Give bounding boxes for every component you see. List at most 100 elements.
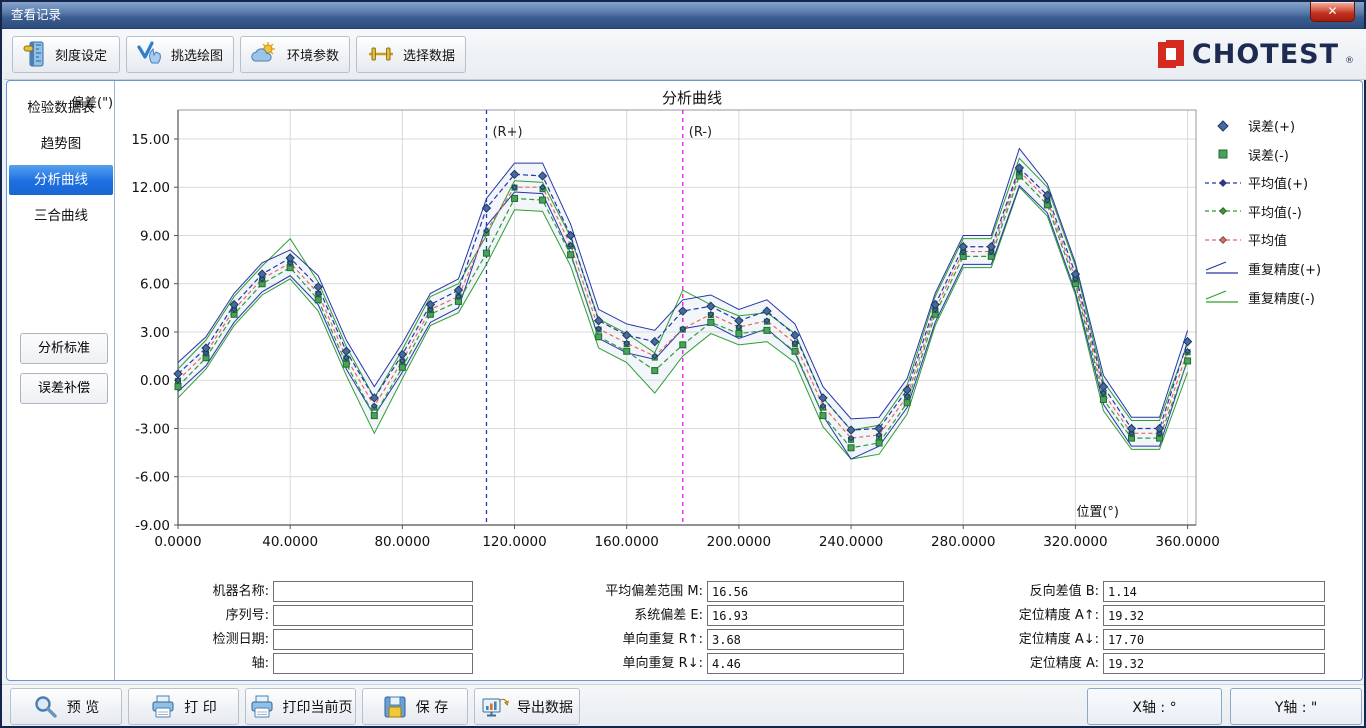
svg-text:160.0000: 160.0000 xyxy=(594,534,658,550)
legend-item-2: 平均值(+) xyxy=(1204,174,1359,191)
unidirectional-repeat-down-field[interactable] xyxy=(707,653,904,674)
svg-text:80.0000: 80.0000 xyxy=(374,534,430,550)
svg-text:320.0000: 320.0000 xyxy=(1043,534,1107,550)
print-button[interactable]: 打 印 xyxy=(128,688,239,725)
chart-title: 分析曲线 xyxy=(627,87,757,108)
chotest-logo-icon xyxy=(1156,38,1186,70)
machine-name-field[interactable] xyxy=(273,581,473,602)
bottom-toolbar: 预 览 打 印 打印当前页 xyxy=(2,684,1364,726)
brand-logo: CHOTEST ® xyxy=(1156,38,1358,70)
chart-legend: 误差(+) 误差(-) 平均值(+) 平均值(-) 平均值重复精度(+) 重复精度(-) xyxy=(1204,117,1359,306)
svg-text:-3.00: -3.00 xyxy=(135,421,170,437)
positioning-accuracy-up-label: 定位精度 A↑: xyxy=(947,605,1099,626)
legend-item-5: 重复精度(+) xyxy=(1204,260,1359,277)
axis-label: 轴: xyxy=(87,653,269,674)
positioning-accuracy-up-field[interactable] xyxy=(1103,605,1325,626)
mean-deviation-range-field[interactable] xyxy=(707,581,904,602)
inspection-date-field[interactable] xyxy=(273,629,473,650)
brand-name: CHOTEST xyxy=(1192,39,1339,70)
environment-icon xyxy=(251,41,279,67)
svg-text:0.0000: 0.0000 xyxy=(154,534,201,550)
ruler-icon xyxy=(23,41,47,67)
legend-label: 重复精度(-) xyxy=(1248,288,1315,307)
analysis-curve-chart: 0.0000 40.0000 80.0000 120.0000 160.0000 200.… xyxy=(115,83,1353,565)
app-window: { "window": { "title": "查看记录", "close": … xyxy=(0,0,1366,728)
svg-text:(R-): (R-) xyxy=(689,125,712,140)
positioning-accuracy-down-field[interactable] xyxy=(1103,629,1325,650)
sidebar-tab-trend-chart[interactable]: 趋势图 xyxy=(9,129,113,159)
print-label: 打 印 xyxy=(184,697,216,717)
legend-item-3: 平均值(-) xyxy=(1204,203,1359,220)
analysis-standard-button[interactable]: 分析标准 xyxy=(20,333,108,364)
legend-item-0: 误差(+) xyxy=(1204,117,1359,134)
top-toolbar: 刻度设定 挑选绘图 环境参数 xyxy=(4,29,1366,80)
svg-text:3.00: 3.00 xyxy=(140,325,170,341)
legend-label: 误差(-) xyxy=(1248,145,1289,164)
preview-button[interactable]: 预 览 xyxy=(10,688,122,725)
save-icon xyxy=(382,694,408,720)
svg-text:6.00: 6.00 xyxy=(140,277,170,293)
legend-label: 平均值(-) xyxy=(1248,202,1302,221)
serial-number-label: 序列号: xyxy=(87,605,269,626)
mean-deviation-range-label: 平均偏差范围 M: xyxy=(527,581,703,602)
legend-item-6: 重复精度(-) xyxy=(1204,289,1359,306)
title-bar: 查看记录 ✕ xyxy=(2,2,1364,29)
legend-label: 误差(+) xyxy=(1248,116,1295,135)
legend-swatch-diamond xyxy=(1204,118,1242,134)
x-axis-unit-button[interactable]: X轴 : ° xyxy=(1087,688,1222,725)
legend-label: 平均值 xyxy=(1248,230,1287,249)
select-data-label: 选择数据 xyxy=(403,45,455,64)
preview-label: 预 览 xyxy=(67,697,99,717)
axis-field[interactable] xyxy=(273,653,473,674)
legend-item-1: 误差(-) xyxy=(1204,146,1359,163)
unidirectional-repeat-down-label: 单向重复 R↓: xyxy=(527,653,703,674)
export-data-icon xyxy=(481,694,509,720)
machine-name-label: 机器名称: xyxy=(87,581,269,602)
unidirectional-repeat-up-field[interactable] xyxy=(707,629,904,650)
reverse-difference-field[interactable] xyxy=(1103,581,1325,602)
scale-settings-label: 刻度设定 xyxy=(55,45,107,64)
system-deviation-field[interactable] xyxy=(707,605,904,626)
pick-plot-button[interactable]: 挑选绘图 xyxy=(126,36,234,73)
x-axis-unit-label: X轴 : ° xyxy=(1132,697,1176,717)
sidebar-tab-analysis-curve[interactable]: 分析曲线 xyxy=(9,165,113,195)
svg-text:12.00: 12.00 xyxy=(131,180,170,196)
svg-text:360.0000: 360.0000 xyxy=(1155,534,1219,550)
error-compensation-button[interactable]: 误差补偿 xyxy=(20,373,108,404)
positioning-accuracy-field[interactable] xyxy=(1103,653,1325,674)
select-data-icon xyxy=(367,41,395,67)
svg-text:120.0000: 120.0000 xyxy=(482,534,546,550)
sidebar-tab-triple-curve[interactable]: 三合曲线 xyxy=(9,201,113,231)
save-button[interactable]: 保 存 xyxy=(362,688,468,725)
svg-text:9.00: 9.00 xyxy=(140,228,170,244)
pick-plot-icon xyxy=(137,41,163,67)
svg-text:-9.00: -9.00 xyxy=(135,518,170,534)
export-data-label: 导出数据 xyxy=(517,697,573,717)
svg-text:(R+): (R+) xyxy=(492,125,522,140)
svg-text:280.0000: 280.0000 xyxy=(931,534,995,550)
legend-label: 重复精度(+) xyxy=(1248,259,1321,278)
select-data-button[interactable]: 选择数据 xyxy=(356,36,466,73)
window-title: 查看记录 xyxy=(11,7,61,22)
print-current-page-label: 打印当前页 xyxy=(283,697,353,717)
main-panel: 检验数据表 趋势图 分析曲线 三合曲线 分析标准 误差补偿 0.000040.0… xyxy=(6,80,1363,681)
print-icon xyxy=(150,694,176,720)
print-page-icon xyxy=(249,694,275,720)
svg-text:200.0000: 200.0000 xyxy=(707,534,771,550)
svg-text:40.0000: 40.0000 xyxy=(262,534,318,550)
scale-settings-button[interactable]: 刻度设定 xyxy=(12,36,120,73)
environment-button[interactable]: 环境参数 xyxy=(240,36,350,73)
export-data-button[interactable]: 导出数据 xyxy=(474,688,580,725)
pick-plot-label: 挑选绘图 xyxy=(171,45,223,64)
legend-swatch-square xyxy=(1204,146,1242,162)
legend-label: 平均值(+) xyxy=(1248,173,1308,192)
x-axis-label: 位置(°) xyxy=(1039,501,1119,520)
print-current-page-button[interactable]: 打印当前页 xyxy=(245,688,356,725)
legend-swatch-dash-diamond xyxy=(1204,203,1242,219)
y-axis-unit-button[interactable]: Y轴 : " xyxy=(1230,688,1362,725)
save-label: 保 存 xyxy=(416,697,448,717)
system-deviation-label: 系统偏差 E: xyxy=(527,605,703,626)
brand-registered-mark: ® xyxy=(1345,56,1354,66)
serial-number-field[interactable] xyxy=(273,605,473,626)
close-button[interactable]: ✕ xyxy=(1310,2,1355,22)
